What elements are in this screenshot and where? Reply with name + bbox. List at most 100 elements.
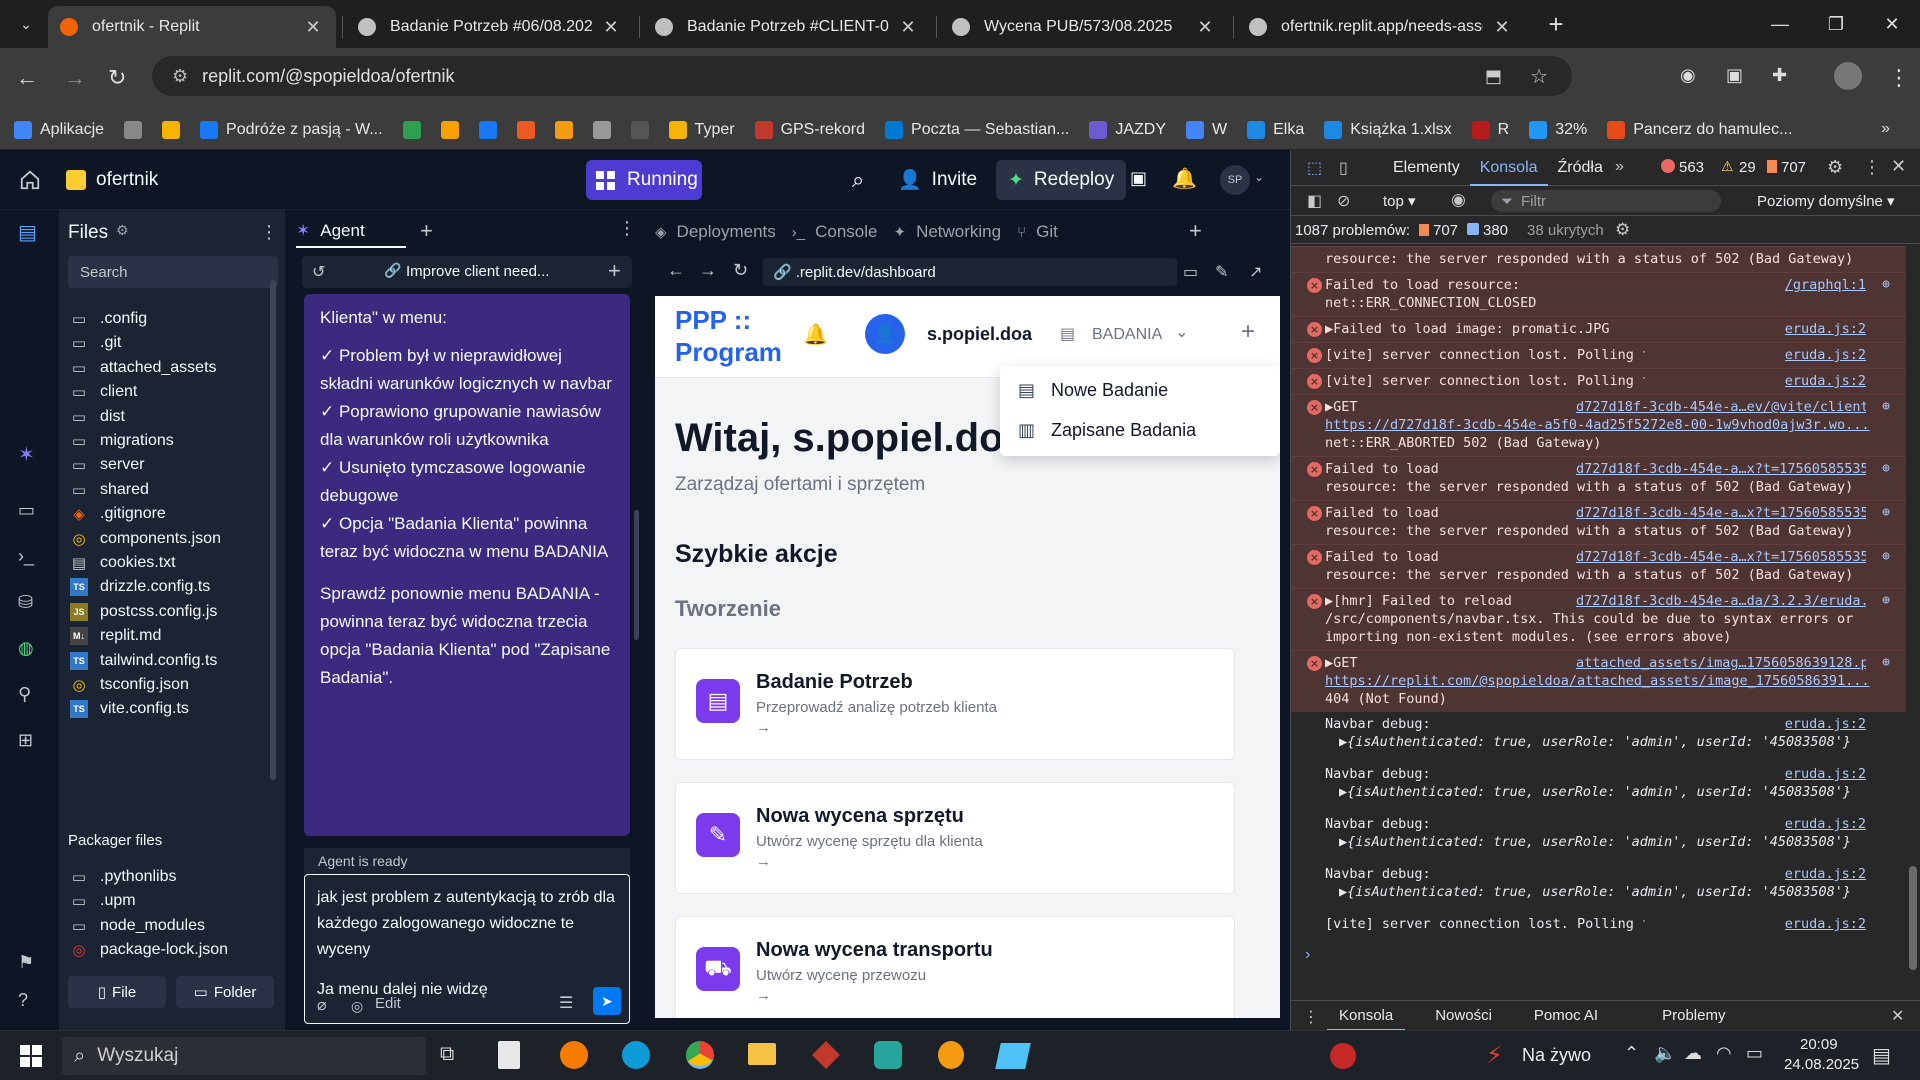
- preview-reload-icon[interactable]: ↻: [733, 260, 748, 281]
- devtools-tab[interactable]: Konsola: [1469, 150, 1548, 186]
- tab-close-icon[interactable]: ✕: [1194, 16, 1216, 38]
- dropdown-item-new[interactable]: ▤ Nowe Badanie: [1018, 380, 1168, 401]
- console-filter-input[interactable]: ⏷ Filtr: [1491, 190, 1721, 212]
- preview-back-icon[interactable]: ←: [667, 260, 685, 281]
- bookmark-item[interactable]: [592, 120, 611, 139]
- action-card[interactable]: ✎ Nowa wycena sprzętu Utwórz wycenę sprzęt…: [675, 782, 1235, 894]
- tab-close-icon[interactable]: ✕: [302, 16, 324, 38]
- redeploy-button[interactable]: ✦ Redeploy: [996, 160, 1126, 200]
- extension-screen-icon[interactable]: ▣: [1726, 65, 1743, 86]
- globe-icon[interactable]: ◍: [18, 638, 42, 662]
- rocket-icon[interactable]: ⚑: [18, 952, 42, 976]
- devtools-close-icon[interactable]: ✕: [1891, 156, 1906, 177]
- sliders-icon[interactable]: ☰: [559, 991, 573, 1017]
- console-prompt[interactable]: ›: [1305, 946, 1310, 964]
- add-tool-icon[interactable]: +: [1189, 218, 1202, 244]
- file-tree-item[interactable]: ▤ cookies.txt: [70, 550, 176, 576]
- console-source-link[interactable]: eruda.js:2: [1785, 915, 1866, 933]
- reload-icon[interactable]: ↻: [108, 65, 126, 91]
- file-tree-item[interactable]: ▭ migrations: [70, 428, 174, 454]
- search-icon[interactable]: ⌕: [852, 167, 864, 193]
- tools-icon[interactable]: ✎: [1215, 262, 1228, 282]
- source-link-icon[interactable]: ⊕: [1882, 592, 1890, 610]
- start-icon[interactable]: [20, 1045, 42, 1067]
- devtools-settings-icon[interactable]: ⚙: [1827, 157, 1843, 178]
- taskbar-search[interactable]: ⌕ Wyszukaj: [62, 1037, 426, 1075]
- history-icon[interactable]: ↺: [312, 262, 325, 282]
- action-card[interactable]: ⛟ Nowa wycena transportu Utwórz wycenę prz…: [675, 916, 1235, 1018]
- database-icon[interactable]: ⛁: [18, 592, 42, 616]
- tab-close-icon[interactable]: ✕: [1491, 16, 1513, 38]
- drawer-tab[interactable]: Konsola: [1327, 1001, 1406, 1031]
- tool-tab-networking[interactable]: ✦ Networking: [893, 216, 1001, 248]
- console-source-link[interactable]: eruda.js:2: [1785, 865, 1866, 883]
- file-tree-item[interactable]: ▭ .git: [70, 330, 121, 356]
- battery-icon[interactable]: ▭: [1746, 1043, 1763, 1064]
- user-avatar-circle[interactable]: 👤: [865, 314, 905, 354]
- tool-tab-console[interactable]: ›_ Console: [792, 216, 878, 248]
- levels-select[interactable]: Poziomy domyślne ▾: [1757, 192, 1895, 210]
- file-tree-item[interactable]: JS postcss.config.js: [70, 599, 217, 625]
- console-source-link[interactable]: eruda.js:2: [1785, 346, 1866, 364]
- user-avatar[interactable]: SP: [1220, 165, 1250, 195]
- clock-time[interactable]: 20:09: [1800, 1036, 1838, 1053]
- bookmark-item[interactable]: Podróże z pasją - W...: [200, 120, 383, 139]
- bookmark-item[interactable]: JAZDY: [1089, 120, 1166, 139]
- bookmark-item[interactable]: [516, 120, 535, 139]
- error-count[interactable]: 563: [1679, 159, 1704, 176]
- warning-count[interactable]: 29: [1739, 159, 1756, 176]
- live-label[interactable]: Na żywo: [1522, 1045, 1591, 1066]
- new-tab-button[interactable]: +: [1542, 9, 1570, 39]
- more-tabs-icon[interactable]: »: [1615, 158, 1624, 176]
- taskbar-app-explorer[interactable]: [748, 1043, 776, 1065]
- inspect-icon[interactable]: ⬚: [1307, 158, 1322, 178]
- bookmark-item[interactable]: [630, 120, 649, 139]
- bookmark-item[interactable]: W: [1186, 120, 1227, 139]
- console-error-row[interactable]: × Failed to load resource: the server resp…: [1291, 500, 1906, 544]
- packager-tree-item[interactable]: ▭ node_modules: [70, 913, 205, 939]
- console-error-row[interactable]: × Failed to load resource: the server resp…: [1291, 544, 1906, 588]
- bookmark-item[interactable]: R: [1471, 120, 1509, 139]
- bookmark-item[interactable]: [402, 120, 421, 139]
- file-tree-item[interactable]: ◎ components.json: [70, 526, 221, 552]
- bookmark-item[interactable]: [554, 120, 573, 139]
- devtools-menu-icon[interactable]: ⋮: [1863, 157, 1881, 178]
- packager-tree-item[interactable]: ▭ .upm: [70, 888, 136, 914]
- console-error-row[interactable]: × ▶GET https://d727d18f-3cdb-454e-a5f0-4ad…: [1291, 394, 1906, 456]
- profile-avatar[interactable]: [1834, 62, 1862, 90]
- sidebar-toggle-icon[interactable]: ◧: [1307, 191, 1322, 211]
- browser-tab[interactable]: ofertnik.replit.app/needs-assess ✕: [1237, 6, 1525, 48]
- bookmark-item[interactable]: Typer: [668, 120, 735, 139]
- console-line[interactable]: https://d727d18f-3cdb-454e-a5f0-4ad25f52…: [1325, 416, 1870, 434]
- source-link-icon[interactable]: ⊕: [1882, 460, 1890, 478]
- edit-icon[interactable]: ◎: [351, 993, 363, 1019]
- clear-console-icon[interactable]: ⊘: [1337, 191, 1350, 211]
- files-scrollbar[interactable]: [270, 280, 276, 780]
- source-link-icon[interactable]: ⊕: [1882, 504, 1890, 522]
- problems-settings-icon[interactable]: ⚙: [1615, 220, 1630, 240]
- help-icon[interactable]: ?: [18, 990, 42, 1014]
- invite-button[interactable]: 👤 Invite: [898, 160, 977, 200]
- agent-menu-icon[interactable]: ⋮: [618, 218, 636, 239]
- file-tree-item[interactable]: TS drizzle.config.ts: [70, 574, 210, 600]
- console-scrollbar[interactable]: [1909, 866, 1917, 970]
- chrome-menu-icon[interactable]: ⋮: [1888, 65, 1910, 91]
- file-tree-item[interactable]: M↓ replit.md: [70, 623, 161, 649]
- problems-info-count[interactable]: 380: [1483, 222, 1508, 239]
- extensions-icon[interactable]: ✚: [1772, 65, 1787, 86]
- agent-tab[interactable]: ✶ Agent: [296, 216, 406, 248]
- problems-issue-count[interactable]: 707: [1433, 222, 1458, 239]
- home-icon[interactable]: [18, 168, 42, 192]
- files-menu-icon[interactable]: ⋮: [260, 222, 278, 243]
- tray-chevron-icon[interactable]: ⌃: [1624, 1043, 1639, 1064]
- file-tree-item[interactable]: ▭ attached_assets: [70, 355, 217, 381]
- taskbar-app-edge[interactable]: [622, 1041, 650, 1069]
- taskbar-app-file[interactable]: [498, 1041, 520, 1069]
- drawer-menu-icon[interactable]: ⋮: [1303, 1007, 1319, 1027]
- run-button[interactable]: Running: [586, 160, 702, 200]
- console-error-row[interactable]: × [vite] server connection lost. Polling …: [1291, 342, 1906, 368]
- browser-tab[interactable]: Badanie Potrzeb #CLIENT-01/08 ✕: [643, 6, 931, 48]
- packager-tree-item[interactable]: ▭ .pythonlibs: [70, 864, 177, 890]
- files-settings-icon[interactable]: ⚙: [116, 222, 129, 239]
- file-tree-item[interactable]: ▭ dist: [70, 404, 125, 430]
